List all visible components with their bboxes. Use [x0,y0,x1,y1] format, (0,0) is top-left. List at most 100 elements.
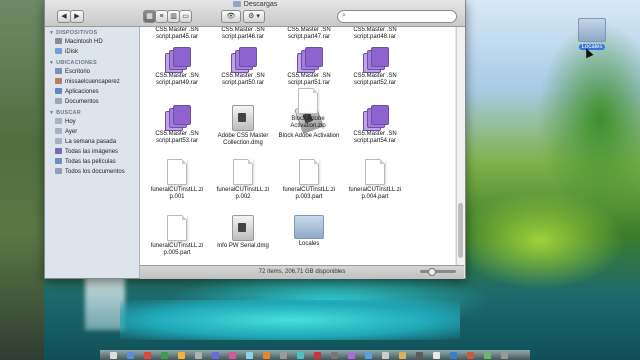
status-text: 72 ítems, 206,71 GB disponibles [258,269,346,275]
dock-app-icon[interactable] [382,352,389,359]
dock-app-icon[interactable] [212,352,219,359]
quick-look-button[interactable]: 👁 [221,10,241,23]
coverflow-view-button[interactable]: ▭ [179,10,192,23]
disclosure-triangle-icon[interactable]: ▼ [49,60,54,66]
icon-size-slider[interactable] [420,268,456,276]
sidebar-item[interactable]: La semana pasada [45,137,139,147]
dock-app-icon[interactable] [195,352,202,359]
file-item[interactable]: CS5.Master .SN script.part50.rar [212,47,274,87]
file-item[interactable]: CS5.Master .SN script.part45.rar [146,27,208,41]
file-item[interactable]: funeralCUTinstLL.zi p.001 [146,159,208,201]
dock-app-icon[interactable] [127,352,134,359]
file-item[interactable]: CS5.Master .SN script.part52.rar [344,47,406,87]
file-item[interactable]: Info PW Serial.dmg [212,215,274,250]
columns-icon: ▥ [170,13,177,20]
file-item[interactable]: funeralCUTinstLL.zi p.002 [212,159,274,201]
file-item[interactable]: CS5.Master .SN script.part46.rar [212,27,274,41]
sidebar-item[interactable]: Aplicaciones [45,87,139,97]
file-name-label: funeralCUTinstLL.zi p.005.part [150,243,204,256]
file-item[interactable]: CS5.Master .SN script.part48.rar [344,27,406,41]
vertical-scrollbar[interactable] [456,27,465,265]
disk-image-icon [232,105,254,131]
dock-app-icon[interactable] [416,352,423,359]
disclosure-triangle-icon[interactable]: ▼ [49,30,54,36]
drive-icon [55,48,62,55]
sidebar-item-label: Ayer [65,129,78,135]
file-item[interactable]: CS5.Master .SN script.part51.rar [278,47,340,87]
file-item[interactable]: CS5.Master .SN script.part47.rar [278,27,340,41]
file-name-label: Locales [298,241,320,247]
forward-button[interactable]: ▶ [70,10,84,23]
file-item[interactable]: CS5.Master .SN script.part49.rar [146,47,208,87]
dock-app-icon[interactable] [161,352,168,359]
sidebar-item[interactable]: Todas las películas [45,157,139,167]
sidebar-item[interactable]: Ayer [45,127,139,137]
sidebar-item[interactable]: Macintosh HD [45,37,139,47]
file-item[interactable]: CS5.Master .SN script.part54.rar [344,105,406,145]
rar-archive-icon [231,47,257,73]
file-name-label: Info PW Serial.dmg [217,243,269,249]
file-item[interactable]: Locales [278,215,340,248]
sidebar-item[interactable]: Documentos [45,97,139,107]
sidebar-item[interactable]: Todos los documentos [45,167,139,177]
disclosure-triangle-icon[interactable]: ▼ [49,110,54,116]
back-button[interactable]: ◀ [57,10,71,23]
dock-app-icon[interactable] [144,352,151,359]
sidebar-item[interactable]: Hoy [45,117,139,127]
window-titlebar[interactable]: Descargas ◀ ▶ ▦ ≡ ▥ ▭ 👁 ⚙ ▾ ⌕ [45,0,465,27]
dock-app-icon[interactable] [110,352,117,359]
wallpaper-lake [120,300,460,340]
dock-app-icon[interactable] [450,352,457,359]
sidebar-section-header[interactable]: ▼ BUSCAR [45,107,139,117]
file-item[interactable]: funeralCUTinstLL.zi p.005.part [146,215,208,257]
dock-app-icon[interactable] [280,352,287,359]
dock-app-icon[interactable] [263,352,270,359]
smart-folder-icon [55,128,62,135]
scrollbar-thumb[interactable] [458,203,463,258]
sidebar-section-header[interactable]: ▼ UBICACIONES [45,57,139,67]
search-input[interactable]: ⌕ [337,10,457,23]
sidebar: ▼ DISPOSITIVOS Macintosh HD iDisk ▼ UBICACION… [45,27,140,278]
dock-app-icon[interactable] [484,352,491,359]
sidebar-item[interactable]: missaelcuencaperez [45,77,139,87]
dragged-zip-file[interactable]: Block Adobe Activation.zip [283,88,333,130]
file-name-label: CS5.Master .SN script.part50.rar [221,73,265,86]
dock-app-icon[interactable] [399,352,406,359]
folder-icon [55,78,62,85]
sidebar-item-label: Hoy [65,119,76,125]
desktop-folder-locales[interactable]: Locales [574,18,610,50]
dock-app-icon[interactable] [433,352,440,359]
dock-app-icon[interactable] [297,352,304,359]
dock-app-icon[interactable] [331,352,338,359]
dock-app-icon[interactable] [229,352,236,359]
file-item[interactable]: Adobe CS5 Master Collection.dmg [212,105,274,147]
dock-app-icon[interactable] [178,352,185,359]
dock-app-icon[interactable] [365,352,372,359]
file-item[interactable]: CS5.Master .SN script.part53.rar [146,105,208,145]
file-item[interactable]: funeralCUTinstLL.zi p.003.part [278,159,340,201]
folder-icon [55,68,62,75]
search-icon: ⌕ [342,12,346,19]
action-gear-button[interactable]: ⚙ ▾ [243,10,265,23]
sidebar-item-label: Todas las imágenes [65,149,119,155]
dock-app-icon[interactable] [246,352,253,359]
dock-app-icon[interactable] [348,352,355,359]
dock-app-icon[interactable] [314,352,321,359]
file-grid: CS5.Master .SN script.part45.rar CS5.Mast… [140,27,455,265]
sidebar-item-label: missaelcuencaperez [65,79,120,85]
sidebar-item-label: Documentos [65,99,99,105]
coverflow-icon: ▭ [182,13,189,20]
sidebar-item[interactable]: iDisk [45,47,139,57]
file-item[interactable]: funeralCUTinstLL.zi p.004.part [344,159,406,201]
file-name-label: CS5.Master .SN script.part48.rar [353,27,397,40]
wallpaper-waterfall [85,270,125,330]
dock-app-icon[interactable] [467,352,474,359]
dragged-file-label: Block Adobe Activation.zip [290,116,326,129]
finder-window: Descargas ◀ ▶ ▦ ≡ ▥ ▭ 👁 ⚙ ▾ ⌕ ▼ DISPOSITI… [44,0,466,279]
dock-app-icon[interactable] [501,352,508,359]
sidebar-item[interactable]: Escritorio [45,67,139,77]
sidebar-item[interactable]: Todas las imágenes [45,147,139,157]
document-icon [299,159,319,185]
list-icon: ≡ [159,13,164,20]
sidebar-section-header[interactable]: ▼ DISPOSITIVOS [45,27,139,37]
